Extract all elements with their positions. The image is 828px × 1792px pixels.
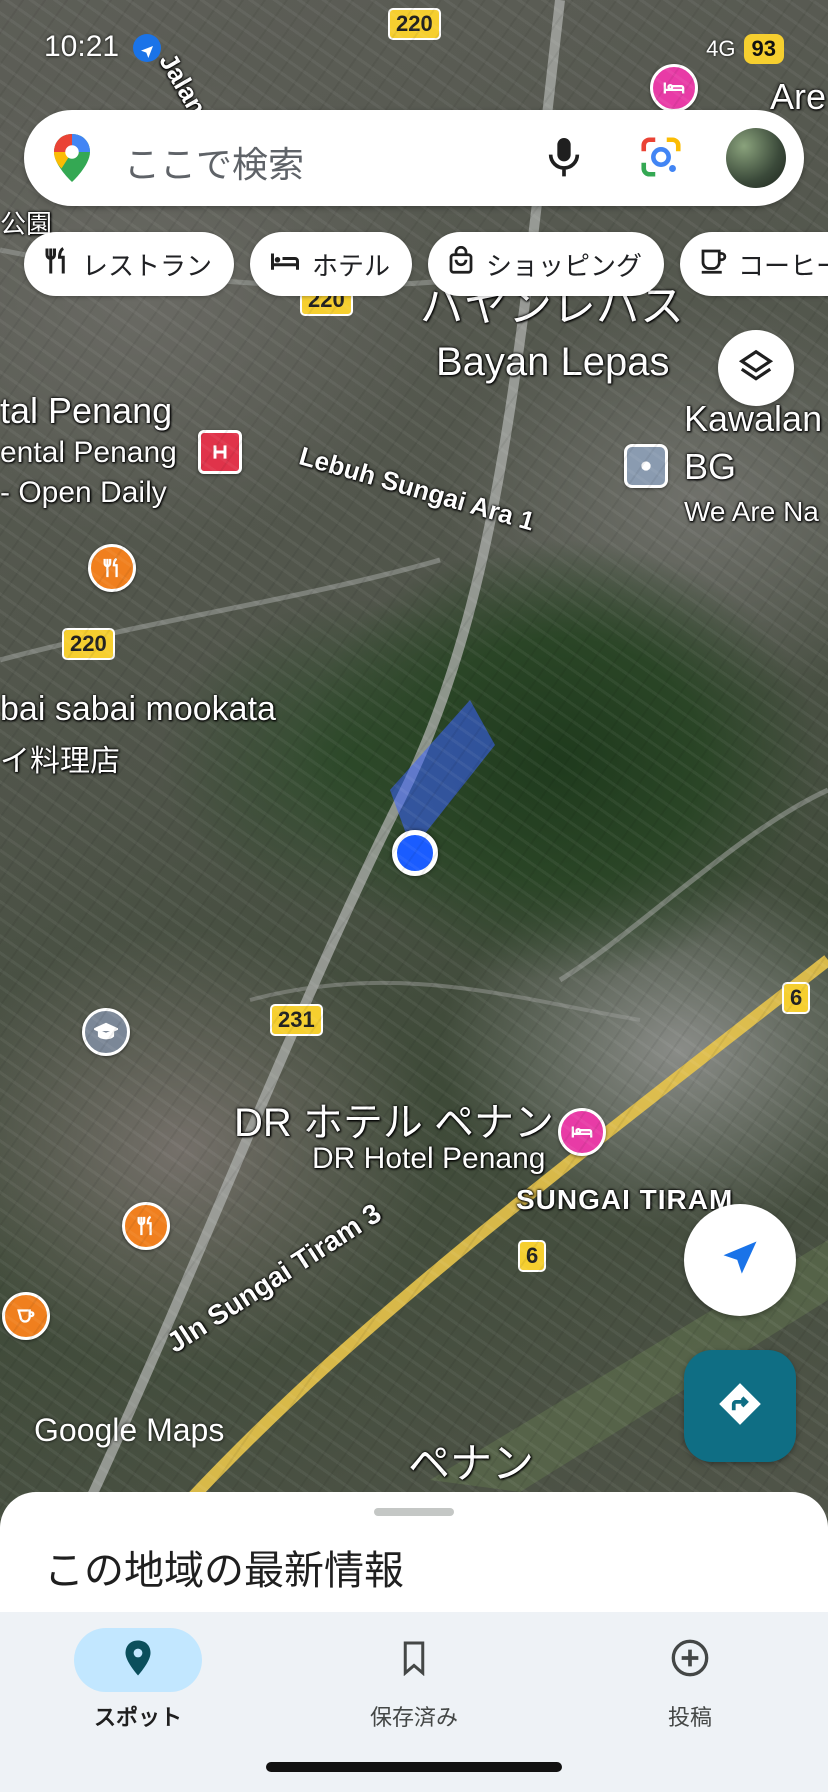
nav-active-indicator: [74, 1628, 202, 1692]
sheet-title: この地域の最新情報: [44, 1548, 404, 1594]
map-label-oriental-1: tal Penang: [0, 390, 173, 431]
route-shield-6: 6: [518, 1240, 547, 1272]
layers-button[interactable]: [718, 330, 794, 406]
nav-explore[interactable]: スポット: [38, 1620, 238, 1732]
route-shield-231: 231: [270, 1004, 323, 1036]
battery-level: 93: [743, 34, 784, 64]
current-location-dot: [392, 830, 438, 876]
search-input[interactable]: ここで検索: [124, 136, 304, 188]
bed-icon: [268, 246, 302, 283]
mic-icon[interactable]: [544, 134, 584, 186]
nav-icon-container: [626, 1628, 754, 1692]
layers-icon: [737, 347, 775, 389]
nav-saved[interactable]: 保存済み: [314, 1620, 514, 1732]
navigation-arrow-icon: [718, 1236, 762, 1284]
map-label-oriental-3: - Open Daily: [0, 476, 167, 509]
chip-hotels[interactable]: ホテル: [250, 232, 413, 296]
pin-icon: [123, 1640, 153, 1680]
restaurant-poi-icon[interactable]: [88, 544, 136, 592]
chip-shopping[interactable]: ショッピング: [428, 232, 665, 296]
location-arrow-icon: [133, 34, 162, 63]
chip-label: ショッピング: [486, 251, 643, 282]
directions-button[interactable]: [684, 1350, 796, 1462]
fork-knife-icon: [42, 246, 72, 283]
sheet-drag-handle[interactable]: [374, 1508, 454, 1516]
nav-label: スポット: [93, 1706, 182, 1731]
chip-label: ホテル: [312, 251, 391, 282]
search-bar[interactable]: ここで検索: [24, 110, 804, 206]
status-time: 10:21: [44, 30, 162, 64]
map-label-oriental-2: ental Penang: [0, 436, 177, 469]
map-label-dr-en: DR Hotel Penang: [312, 1142, 546, 1175]
chip-label: レストラン: [82, 251, 213, 282]
landmark-poi-icon[interactable]: [624, 444, 668, 488]
coffee-cup-icon: [698, 246, 728, 283]
chip-coffee[interactable]: コーヒー: [680, 232, 828, 296]
nav-icon-container: [350, 1628, 478, 1692]
add-circle-icon: [670, 1638, 710, 1682]
network-type: 4G: [706, 36, 736, 61]
map-label-we-are: We Are Na: [684, 496, 819, 527]
bottom-sheet[interactable]: この地域の最新情報: [0, 1492, 828, 1612]
map-label-dr-jp: DR ホテル ペナン: [234, 1101, 554, 1145]
chip-label: コーヒー: [738, 251, 828, 282]
status-bar: 10:21 4G 93: [0, 30, 828, 70]
google-maps-pin-icon: [54, 134, 90, 186]
nav-label: 保存済み: [369, 1706, 458, 1731]
directions-icon: [715, 1379, 765, 1433]
map-label-bg: BG: [684, 446, 737, 487]
nav-contribute[interactable]: 投稿: [590, 1620, 790, 1732]
hospital-poi-icon[interactable]: [198, 430, 242, 474]
route-shield-220: 220: [62, 628, 115, 660]
chip-restaurants[interactable]: レストラン: [24, 232, 235, 296]
map-label-sungai-tiram: SUNGAI TIRAM: [516, 1184, 734, 1215]
hotel-poi-icon[interactable]: [558, 1108, 606, 1156]
cafe-poi-icon[interactable]: [2, 1292, 50, 1340]
my-location-button[interactable]: [684, 1204, 796, 1316]
google-lens-icon[interactable]: [638, 134, 684, 184]
map-label-sabai: bai sabai mookata: [0, 690, 276, 728]
google-maps-watermark: Google Maps: [34, 1412, 225, 1448]
route-shield-6: 6: [782, 982, 811, 1014]
map-label-jln-tiram: Jln Sungai Tiram 3: [161, 1197, 387, 1359]
bookmark-icon: [399, 1640, 429, 1680]
school-poi-icon[interactable]: [82, 1008, 130, 1056]
avatar[interactable]: [726, 128, 786, 188]
restaurant-poi-icon[interactable]: [122, 1202, 170, 1250]
map-label-lebuh: Lebuh Sungai Ara 1: [296, 440, 539, 537]
shopping-bag-icon: [446, 245, 476, 283]
map-label-penang-jp: ペナン: [408, 1440, 535, 1487]
hotel-poi-icon[interactable]: [650, 64, 698, 112]
map-label-are-top: Are: [770, 76, 827, 117]
map-label-sabai-jp: イ料理店: [0, 745, 120, 778]
nav-label: 投稿: [667, 1706, 712, 1731]
category-chips: レストラン ホテル ショッピング コーヒー: [24, 232, 828, 296]
map-label-bayan-en: Bayan Lepas: [436, 340, 670, 384]
home-indicator[interactable]: [266, 1762, 562, 1772]
